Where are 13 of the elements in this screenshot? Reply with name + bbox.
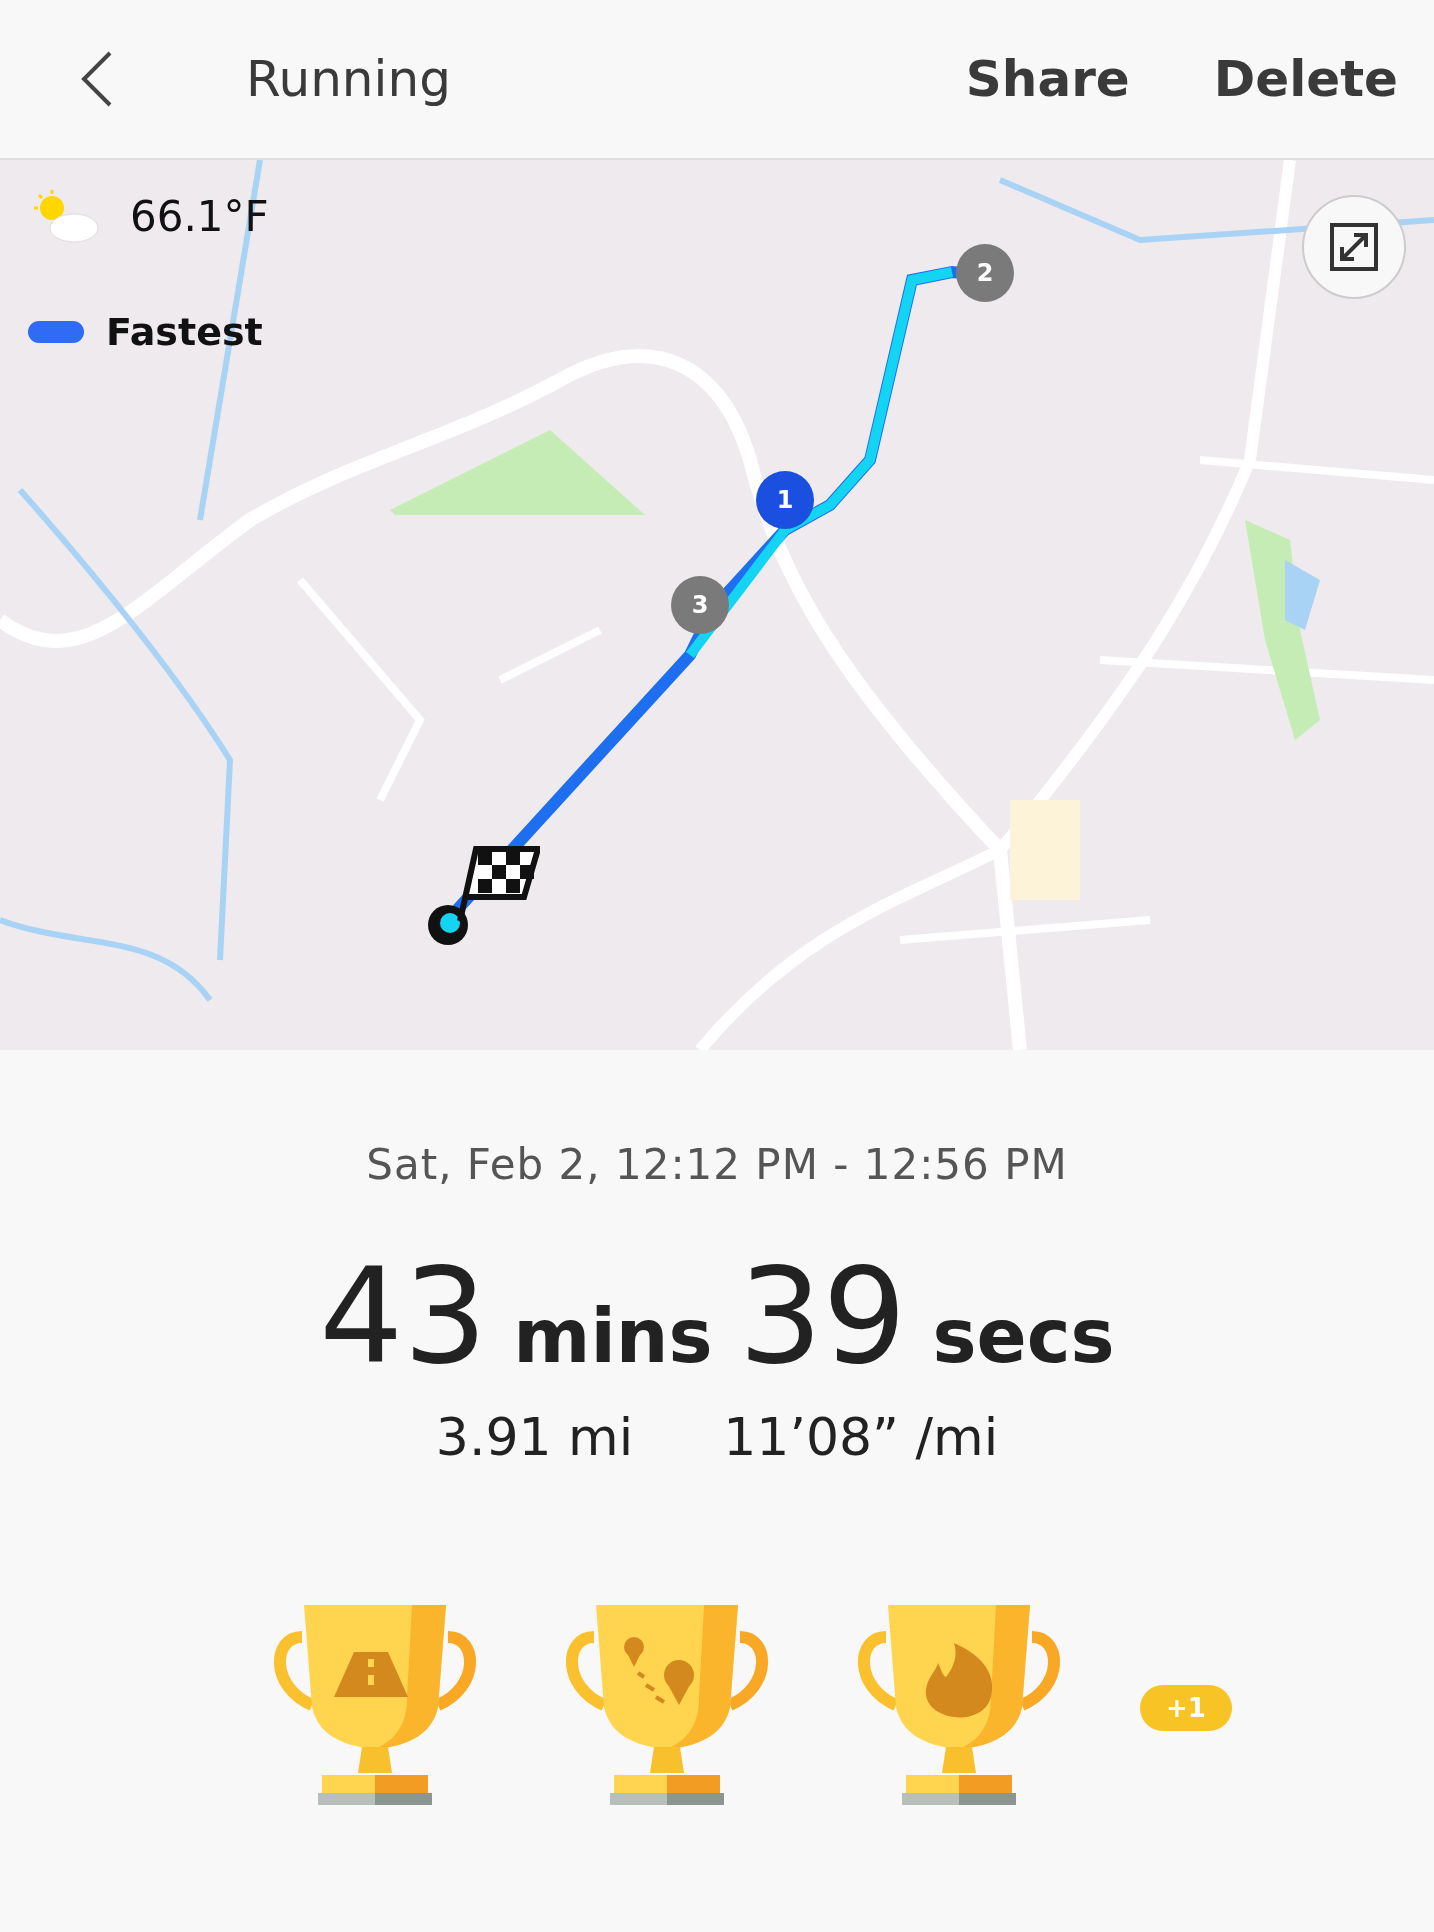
expand-icon <box>1328 221 1380 273</box>
temperature: 66.1°F <box>130 191 269 241</box>
duration-value: 39 <box>738 1239 907 1393</box>
action-button[interactable]: Delete <box>1213 50 1398 108</box>
legend-label: Fastest <box>106 310 263 354</box>
action-button[interactable]: Share <box>965 50 1130 108</box>
duration-unit: secs <box>932 1293 1115 1379</box>
duration-value: 43 <box>319 1239 488 1393</box>
duration-unit: mins <box>513 1293 713 1379</box>
time-range: Sat, Feb 2, 12:12 PM - 12:56 PM <box>365 1140 1069 1189</box>
stat-value: 11’08” /mi <box>723 1407 999 1467</box>
screen-title: Running <box>246 50 452 108</box>
stat-value: 3.91 mi <box>435 1407 634 1467</box>
